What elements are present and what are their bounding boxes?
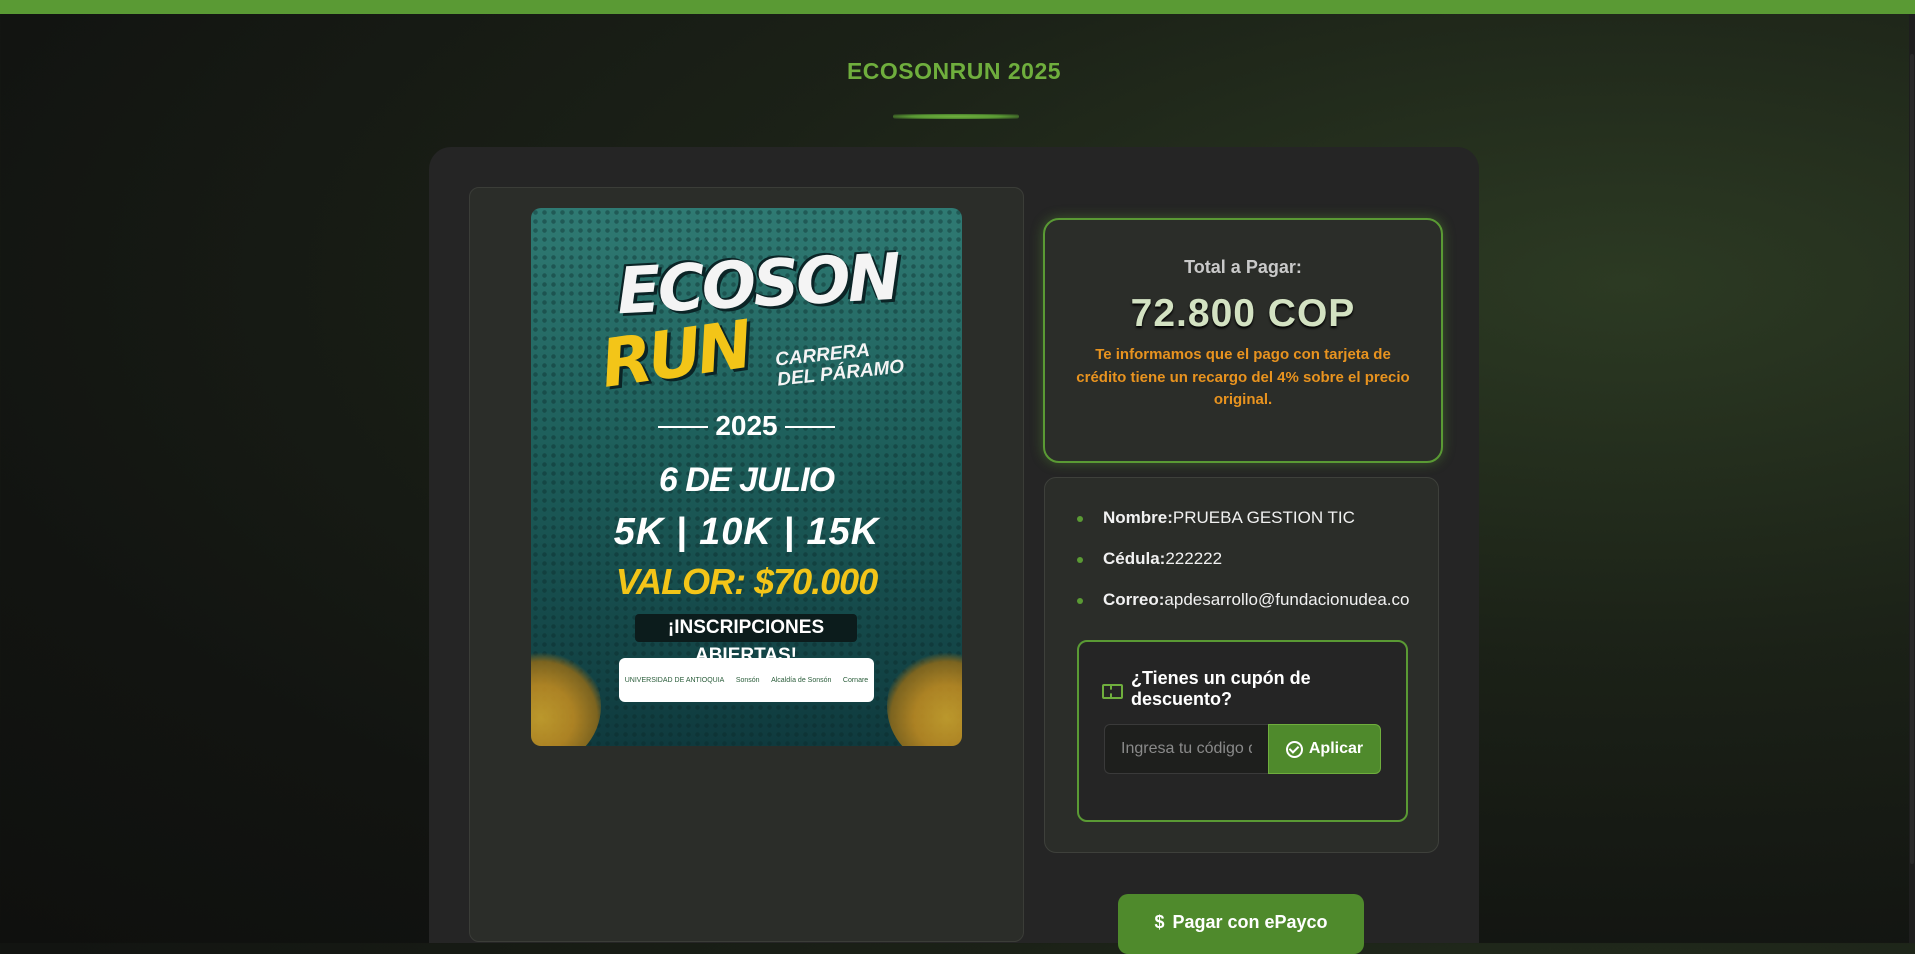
poster-sponsor-logos: UNIVERSIDAD DE ANTIOQUIA Sonsón Alcaldía… <box>619 658 874 702</box>
check-circle-icon <box>1285 740 1303 758</box>
apply-coupon-button[interactable]: Aplicar <box>1268 724 1381 774</box>
pay-with-epayco-button[interactable]: $ Pagar con ePayco <box>1118 894 1364 954</box>
credit-card-surcharge-note: Te informamos que el pago con tarjeta de… <box>1076 346 1410 408</box>
title-underline <box>893 114 1019 119</box>
sponsor-udea-logo: UNIVERSIDAD DE ANTIOQUIA <box>624 676 725 684</box>
poster-date: 6 DE JULIO <box>658 461 835 499</box>
poster-price: VALOR: $70.000 <box>615 561 878 602</box>
dollar-icon: $ <box>1154 912 1165 932</box>
sponsor-cornare-logo: Cornare <box>842 676 869 684</box>
coupon-section: ¿Tienes un cupón de descuento? Aplicar <box>1077 640 1408 822</box>
poster-inscriptions: ¡INSCRIPCIONES ABIERTAS! <box>635 614 857 666</box>
top-accent-bar <box>0 0 1915 14</box>
registrant-name: Nombre:PRUEBA GESTION TIC <box>1075 508 1409 549</box>
poster-year: 2025 <box>715 410 778 441</box>
coupon-code-input[interactable] <box>1104 724 1268 774</box>
apply-coupon-label: Aplicar <box>1308 740 1364 757</box>
event-poster: ECOSON RUN CARRERA DEL PÁRAMO 2025 6 DE … <box>531 208 962 746</box>
id-label: Cédula: <box>1103 549 1166 568</box>
sponsor-alcaldia-logo: Alcaldía de Sonsón <box>771 676 832 684</box>
scrollbar[interactable] <box>1909 14 1915 943</box>
name-label: Nombre: <box>1103 508 1173 527</box>
poster-distances: 5K | 10K | 15K <box>613 511 880 553</box>
total-amount: 72.800 COP <box>1130 292 1356 335</box>
pay-button-label: Pagar con ePayco <box>1172 912 1328 932</box>
sponsor-sonson-logo: Sonsón <box>735 676 760 684</box>
registrant-email: Correo:apdesarrollo@fundacionudea.co <box>1075 590 1409 631</box>
poster-ecoson-text: ECOSON <box>615 240 900 330</box>
email-value: apdesarrollo@fundacionudea.co <box>1164 590 1410 609</box>
email-label: Correo: <box>1103 590 1165 609</box>
id-value: 222222 <box>1165 549 1223 568</box>
scrollbar-thumb[interactable] <box>1910 54 1914 864</box>
total-summary: Total a Pagar: 72.800 COP Te informamos … <box>1043 218 1443 463</box>
registrant-id: Cédula:222222 <box>1075 549 1409 590</box>
ticket-icon <box>1102 684 1123 699</box>
total-label: Total a Pagar: <box>1184 257 1302 277</box>
name-value: PRUEBA GESTION TIC <box>1172 508 1355 527</box>
coupon-title: ¿Tienes un cupón de descuento? <box>1131 668 1311 709</box>
page-title: ECOSONRUN 2025 <box>846 58 1062 84</box>
registrant-details-list: Nombre:PRUEBA GESTION TIC Cédula:222222 … <box>1075 508 1409 631</box>
registrant-info: Nombre:PRUEBA GESTION TIC Cédula:222222 … <box>1044 477 1439 853</box>
